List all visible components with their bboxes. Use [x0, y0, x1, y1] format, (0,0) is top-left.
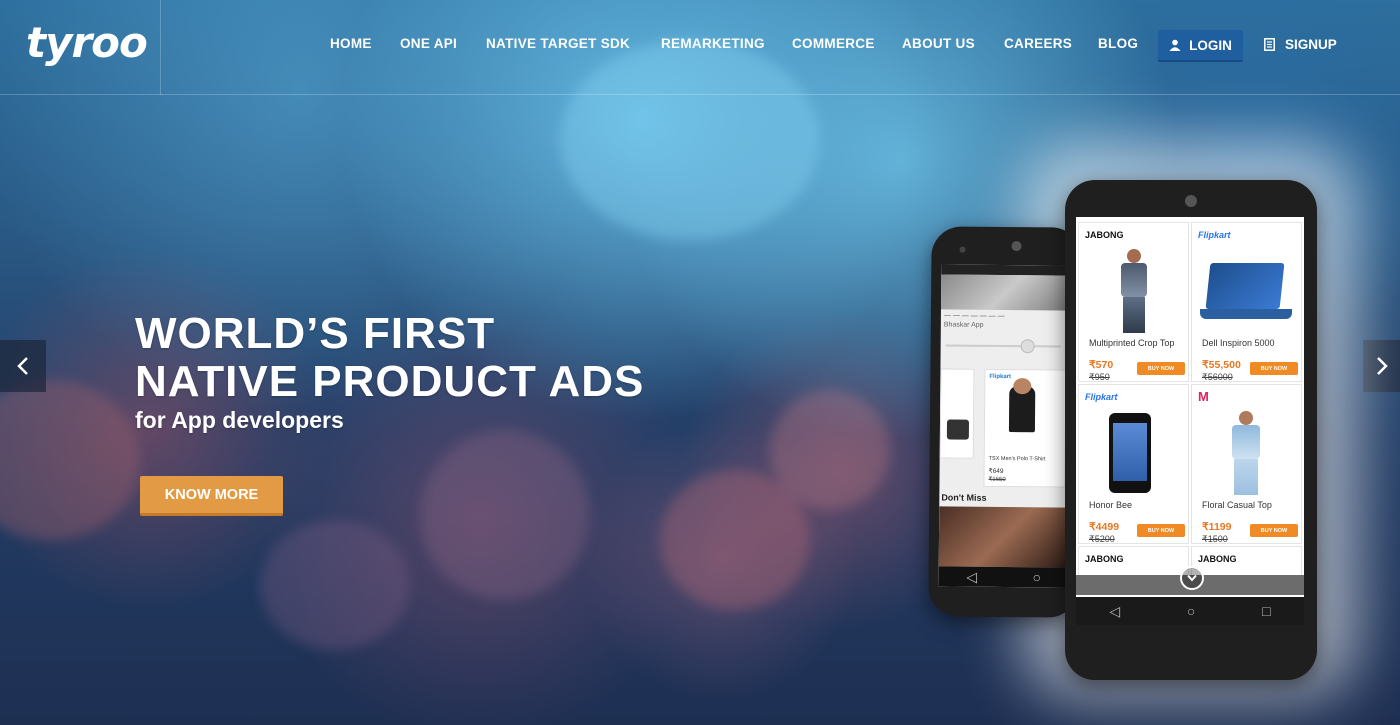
product-card-partial — [939, 368, 975, 459]
product-name: TSX Men's Polo T-Shirt — [988, 455, 1046, 463]
home-key-icon: ○ — [1032, 569, 1042, 586]
front-phone-screen: JABONG Multiprinted Crop Top ₹570 ₹950 B… — [1076, 217, 1304, 597]
brand-label: JABONG — [1085, 230, 1124, 240]
login-button[interactable]: LOGIN — [1158, 30, 1243, 62]
nav-blog[interactable]: BLOG — [1098, 36, 1138, 51]
slider-track — [945, 344, 1061, 348]
news-image — [940, 274, 1072, 311]
product-image — [1109, 413, 1151, 493]
nav-native-target-sdk[interactable]: NATIVE TARGET SDK — [486, 36, 630, 51]
hero-headline: WORLD’S FIRST NATIVE PRODUCT ADS — [135, 310, 644, 406]
brand-label: JABONG — [1085, 554, 1124, 564]
product-name: Honor Bee — [1089, 500, 1133, 510]
news-hindi-text: — — — — — — — — [943, 312, 1005, 320]
product-card[interactable]: Flipkart Dell Inspiron 5000 ₹55,500 ₹560… — [1191, 222, 1302, 382]
user-icon — [1169, 39, 1181, 51]
product-price: ₹55,500 — [1202, 359, 1241, 371]
product-price: ₹649 — [988, 467, 1004, 475]
product-image — [1228, 411, 1264, 495]
document-icon — [1264, 38, 1275, 51]
slider-next-button[interactable] — [1363, 340, 1400, 392]
product-price: ₹1199 — [1202, 521, 1232, 533]
product-price: ₹4499 — [1089, 521, 1120, 533]
slider-prev-button[interactable] — [0, 340, 46, 392]
promo-image — [938, 506, 1070, 568]
brand-label: JABONG — [1198, 554, 1237, 564]
product-card[interactable]: Flipkart Honor Bee ₹4499 ₹5200 BUY NOW — [1078, 384, 1189, 544]
back-key-icon[interactable]: ◁ — [1109, 603, 1120, 620]
product-card[interactable]: M Floral Casual Top ₹1199 ₹1500 BUY NOW — [1191, 384, 1302, 544]
product-image — [946, 419, 970, 440]
product-card: Flipkart TSX Men's Polo T-Shirt ₹649 ₹16… — [983, 368, 1067, 488]
product-old-price: ₹1500 — [1202, 534, 1228, 544]
chevron-right-icon — [1376, 357, 1388, 375]
brand-label: Flipkart — [989, 373, 1012, 381]
product-price: ₹570 — [1089, 359, 1114, 371]
back-key-icon: ◁ — [966, 568, 978, 585]
buy-now-button[interactable]: BUY NOW — [1137, 524, 1185, 537]
product-card[interactable]: JABONG Multiprinted Crop Top ₹570 ₹950 B… — [1078, 222, 1189, 382]
back-phone: — — — — — — — Bhaskar App Flipkart TSX M… — [928, 226, 1082, 618]
buy-now-button[interactable]: BUY NOW — [1137, 362, 1185, 375]
brand-label: Flipkart — [1198, 230, 1231, 240]
myntra-logo: M — [1198, 389, 1209, 404]
home-key-icon[interactable]: ○ — [1187, 603, 1195, 619]
brand-label: Flipkart — [1085, 392, 1118, 402]
bokeh-light — [420, 430, 590, 600]
nav-one-api[interactable]: ONE API — [400, 36, 457, 51]
buy-now-button[interactable]: BUY NOW — [1250, 362, 1298, 375]
back-phone-softkeys: ◁ ○ — [938, 566, 1069, 588]
bokeh-light — [0, 380, 140, 540]
tyroo-logo[interactable]: tyroo — [26, 18, 148, 67]
recents-key-icon[interactable]: □ — [1262, 603, 1270, 619]
buy-now-button[interactable]: BUY NOW — [1250, 524, 1298, 537]
bokeh-light — [770, 390, 890, 510]
phone-camera — [1011, 241, 1022, 252]
phone-camera — [1185, 195, 1197, 207]
product-name: Dell Inspiron 5000 — [1202, 338, 1275, 348]
headline-line-1: WORLD’S FIRST — [135, 309, 496, 358]
front-phone-softkeys: ◁ ○ □ — [1076, 597, 1304, 625]
nav-commerce[interactable]: COMMERCE — [792, 36, 875, 51]
product-old-price: ₹1650 — [988, 476, 1006, 484]
site-header: tyroo HOME ONE API NATIVE TARGET SDK REM… — [0, 0, 1400, 95]
product-image — [1117, 249, 1151, 333]
back-phone-screen: — — — — — — — Bhaskar App Flipkart TSX M… — [938, 264, 1072, 588]
nav-remarketing[interactable]: REMARKETING — [661, 36, 765, 51]
chevron-down-icon — [1187, 574, 1197, 582]
product-old-price: ₹56000 — [1202, 372, 1233, 382]
headline-line-2: NATIVE PRODUCT ADS — [135, 357, 645, 406]
product-image — [1200, 263, 1292, 325]
know-more-button[interactable]: KNOW MORE — [140, 476, 283, 516]
login-label: LOGIN — [1189, 37, 1232, 53]
product-name: Floral Casual Top — [1202, 500, 1272, 510]
model-head — [1013, 378, 1032, 395]
nav-home[interactable]: HOME — [330, 36, 372, 51]
phone-sensor — [959, 246, 966, 253]
signup-button[interactable]: SIGNUP — [1264, 37, 1337, 52]
hero-subline: for App developers — [135, 407, 344, 433]
bokeh-light — [260, 520, 410, 650]
app-label: Bhaskar App — [943, 321, 984, 329]
section-title: Don't Miss — [941, 492, 987, 503]
nav-about-us[interactable]: ABOUT US — [902, 36, 975, 51]
logo-container: tyroo — [0, 0, 161, 95]
scroll-down-button[interactable] — [1180, 566, 1204, 590]
front-phone: JABONG Multiprinted Crop Top ₹570 ₹950 B… — [1065, 180, 1317, 680]
slider-knob — [1020, 339, 1035, 354]
nav-careers[interactable]: CAREERS — [1004, 36, 1072, 51]
chevron-left-icon — [17, 357, 28, 375]
product-name: Multiprinted Crop Top — [1089, 338, 1175, 348]
signup-label: SIGNUP — [1285, 37, 1337, 52]
product-old-price: ₹950 — [1089, 372, 1110, 382]
product-old-price: ₹5200 — [1089, 534, 1115, 544]
